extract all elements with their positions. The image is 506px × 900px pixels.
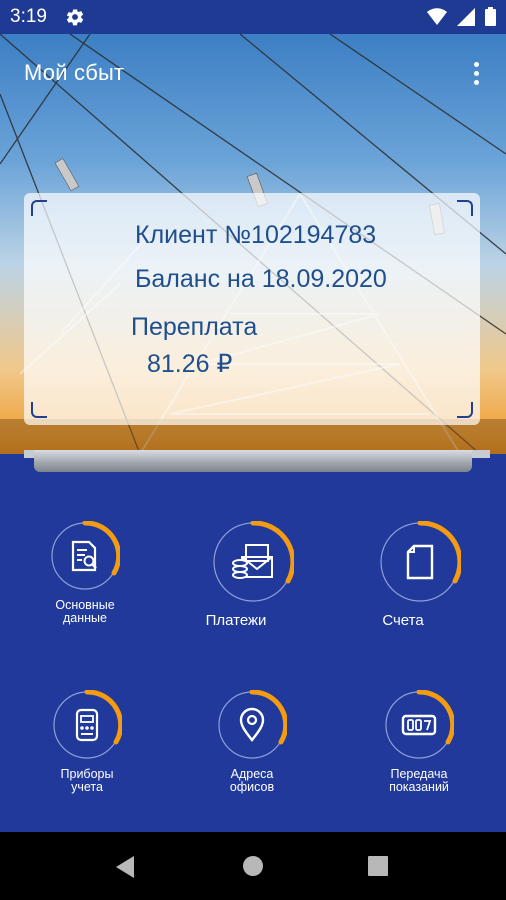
meters-label: Приборы учета [60, 767, 114, 795]
app-title: Мой сбыт [24, 60, 125, 85]
corner-bracket [457, 200, 473, 216]
balance-card[interactable]: Клиент №102194783 Баланс на 18.09.2020 П… [24, 193, 480, 425]
invoices-label: Счета [382, 612, 424, 629]
more-vertical-icon[interactable] [472, 62, 480, 88]
readings-label: Передача показаний [389, 767, 449, 795]
document-search-icon [71, 540, 97, 572]
payment-envelope-icon [232, 544, 273, 579]
readings-button[interactable]: Передача показаний [344, 690, 494, 794]
location-pin-icon [239, 707, 265, 742]
home-icon[interactable] [242, 855, 264, 877]
wifi-icon [427, 7, 447, 25]
corner-bracket [31, 200, 47, 216]
battery-icon [485, 7, 496, 26]
recents-icon[interactable] [368, 856, 388, 876]
offices-button[interactable]: Адреса офисов [177, 690, 327, 794]
status-bar: 3:19 [0, 0, 506, 34]
status-time: 3:19 [10, 6, 47, 27]
meters-button[interactable]: Приборы учета [12, 690, 162, 794]
back-icon[interactable] [114, 855, 136, 879]
invoices-button[interactable]: Счета [345, 521, 495, 629]
electric-meter-icon [75, 708, 99, 742]
balance-status: Переплата [131, 313, 258, 341]
settings-gear-icon [66, 9, 84, 26]
card-shelf [34, 450, 472, 472]
invoice-document-icon [406, 544, 434, 580]
balance-date: Баланс на 18.09.2020 [135, 265, 387, 293]
payments-button[interactable]: Платежи [178, 521, 328, 629]
corner-bracket [457, 402, 473, 418]
offices-label: Адреса офисов [229, 767, 275, 795]
balance-amount: 81.26 ₽ [147, 350, 233, 378]
counter-display-icon [401, 714, 437, 736]
client-number: Клиент №102194783 [135, 221, 377, 249]
navigation-bar [0, 832, 506, 900]
cell-signal-icon [457, 7, 475, 26]
payments-label: Платежи [205, 612, 267, 629]
corner-bracket [31, 402, 47, 418]
main-data-label: Основные данные [55, 598, 115, 626]
main-data-button[interactable]: Основные данные [10, 521, 160, 625]
